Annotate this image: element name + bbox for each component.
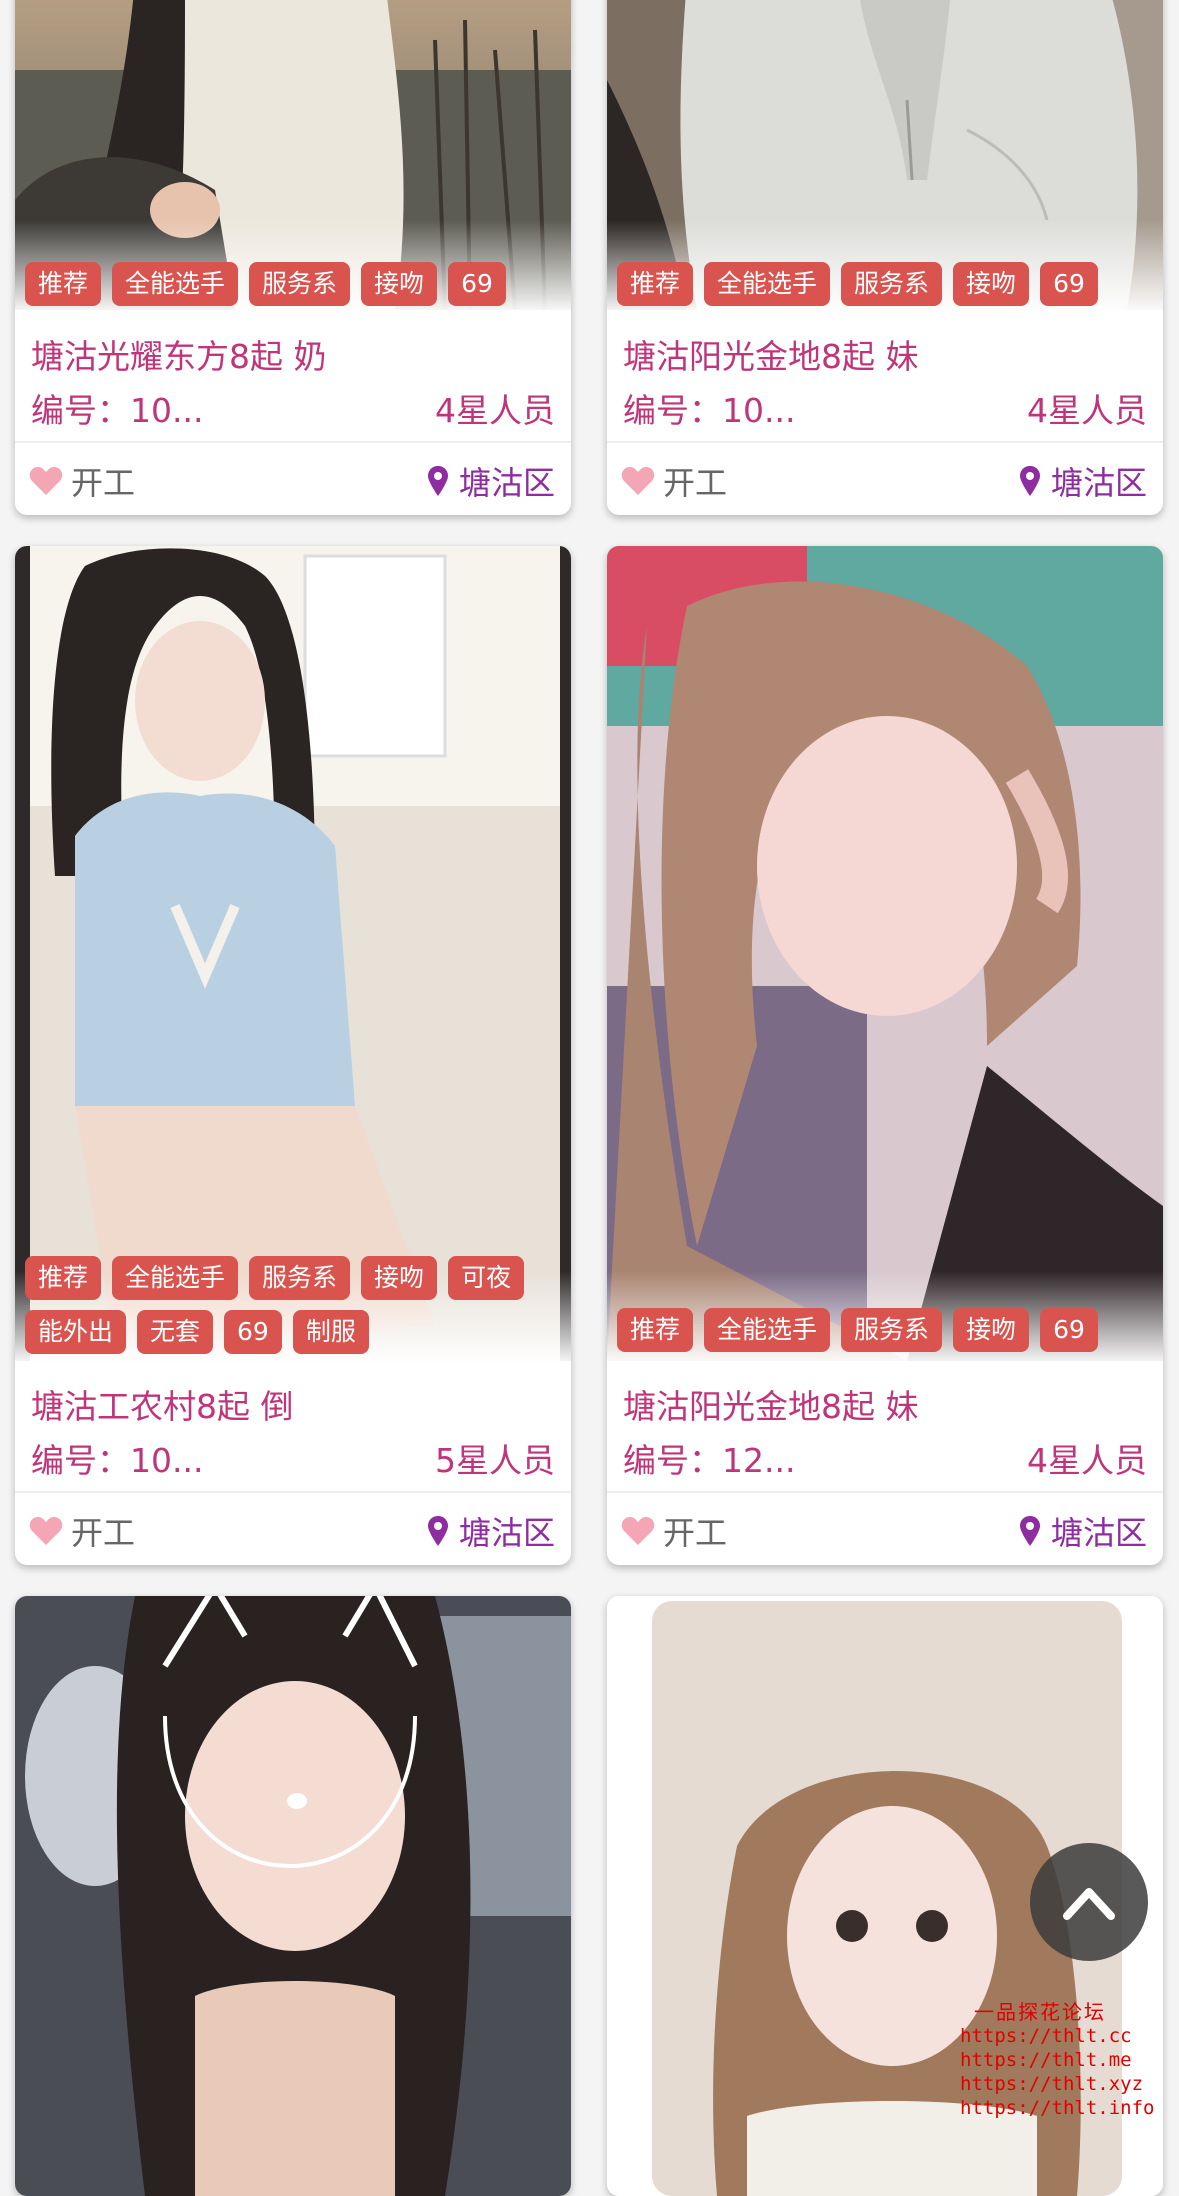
listing-id: 编号：12... <box>623 1441 796 1480</box>
tag: 推荐 <box>617 1308 694 1352</box>
district-label: 塘沽区 <box>458 1514 555 1552</box>
listing-photo <box>15 1596 571 2196</box>
district[interactable]: 塘沽区 <box>1019 458 1147 504</box>
listing-footer: 开工 塘沽区 <box>29 458 557 515</box>
tag-list: 推荐 全能选手 服务系 接吻 69 <box>617 262 1153 306</box>
status-label: 开工 <box>71 464 136 502</box>
district-label: 塘沽区 <box>458 464 555 502</box>
listing-rank: 4星人员 <box>1027 1441 1147 1480</box>
tag: 69 <box>1040 1308 1098 1352</box>
tag: 能外出 <box>25 1310 127 1354</box>
listing-rank: 4星人员 <box>1027 391 1147 430</box>
heart-icon <box>29 467 63 495</box>
status-label: 开工 <box>663 1514 728 1552</box>
status-label: 开工 <box>663 464 728 502</box>
status: 开工 <box>29 458 135 504</box>
tag: 服务系 <box>249 1256 351 1300</box>
tag: 服务系 <box>249 262 351 306</box>
listing-id: 编号：10... <box>31 1441 204 1480</box>
divider <box>607 1491 1163 1493</box>
divider <box>607 441 1163 443</box>
tag: 接吻 <box>361 262 438 306</box>
tag-list: 推荐 全能选手 服务系 接吻 69 <box>25 262 561 306</box>
scroll-to-top-button[interactable] <box>1030 1843 1148 1961</box>
watermark-link: https://thlt.info <box>960 2097 1155 2119</box>
listing-title: 塘沽工农村8起 倒 <box>31 1387 294 1426</box>
tag-list: 推荐 全能选手 服务系 接吻 69 <box>617 1308 1153 1352</box>
map-pin-icon <box>1019 466 1040 496</box>
watermark: 一品探花论坛 https://thlt.cc https://thlt.me h… <box>960 2000 1155 2120</box>
tag-list: 推荐 全能选手 服务系 接吻 可夜 能外出 无套 69 制服 <box>25 1256 561 1354</box>
listing-id: 编号：10... <box>31 391 204 430</box>
listing-photo <box>15 546 571 1361</box>
status: 开工 <box>621 458 727 504</box>
tag: 全能选手 <box>704 1308 831 1352</box>
tag: 推荐 <box>25 262 102 306</box>
listing-footer: 开工 塘沽区 <box>29 1508 557 1565</box>
listing-id: 编号：10... <box>623 391 796 430</box>
listing-title: 塘沽光耀东方8起 奶 <box>31 337 327 376</box>
listing-card[interactable] <box>15 1596 571 2196</box>
map-pin-icon <box>1019 1516 1040 1546</box>
watermark-link: https://thlt.me <box>960 2049 1132 2071</box>
listing-card[interactable]: 推荐 全能选手 服务系 接吻 可夜 能外出 无套 69 制服 塘沽工农村8起 倒… <box>15 546 571 1565</box>
listing-card[interactable]: 推荐 全能选手 服务系 接吻 69 塘沽阳光金地8起 妹 编号：12... 4星… <box>607 546 1163 1565</box>
tag: 接吻 <box>953 262 1030 306</box>
district[interactable]: 塘沽区 <box>427 458 555 504</box>
divider <box>15 441 571 443</box>
tag: 接吻 <box>361 1256 438 1300</box>
map-pin-icon <box>427 466 448 496</box>
listing-footer: 开工 塘沽区 <box>621 458 1149 515</box>
tag: 制服 <box>292 1310 369 1354</box>
tag: 全能选手 <box>112 262 239 306</box>
heart-icon <box>29 1517 63 1545</box>
listing-title: 塘沽阳光金地8起 妹 <box>623 1387 919 1426</box>
chevron-up-icon <box>1063 1888 1115 1920</box>
tag: 推荐 <box>25 1256 102 1300</box>
district-label: 塘沽区 <box>1050 1514 1147 1552</box>
listing-card[interactable]: 推荐 全能选手 服务系 接吻 69 塘沽光耀东方8起 奶 编号：10... 4星… <box>15 0 571 515</box>
map-pin-icon <box>427 1516 448 1546</box>
listing-rank: 5星人员 <box>435 1441 555 1480</box>
tag: 服务系 <box>841 1308 943 1352</box>
tag: 全能选手 <box>112 1256 239 1300</box>
tag: 69 <box>224 1310 282 1354</box>
watermark-title: 一品探花论坛 <box>974 2000 1106 2024</box>
listing-card[interactable]: 推荐 全能选手 服务系 接吻 69 塘沽阳光金地8起 妹 编号：10... 4星… <box>607 0 1163 515</box>
tag: 接吻 <box>953 1308 1030 1352</box>
heart-icon <box>621 467 655 495</box>
tag: 全能选手 <box>704 262 831 306</box>
divider <box>15 1491 571 1493</box>
tag: 可夜 <box>448 1256 525 1300</box>
tag: 69 <box>1040 262 1098 306</box>
district[interactable]: 塘沽区 <box>427 1508 555 1554</box>
watermark-link: https://thlt.cc <box>960 2025 1132 2047</box>
tag: 推荐 <box>617 262 694 306</box>
status-label: 开工 <box>71 1514 136 1552</box>
tag: 服务系 <box>841 262 943 306</box>
district[interactable]: 塘沽区 <box>1019 1508 1147 1554</box>
status: 开工 <box>621 1508 727 1554</box>
heart-icon <box>621 1517 655 1545</box>
tag: 无套 <box>137 1310 214 1354</box>
listing-title: 塘沽阳光金地8起 妹 <box>623 337 919 376</box>
listing-rank: 4星人员 <box>435 391 555 430</box>
listing-photo <box>607 546 1163 1361</box>
district-label: 塘沽区 <box>1050 464 1147 502</box>
tag: 69 <box>448 262 506 306</box>
watermark-link: https://thlt.xyz <box>960 2073 1144 2095</box>
status: 开工 <box>29 1508 135 1554</box>
listing-footer: 开工 塘沽区 <box>621 1508 1149 1565</box>
